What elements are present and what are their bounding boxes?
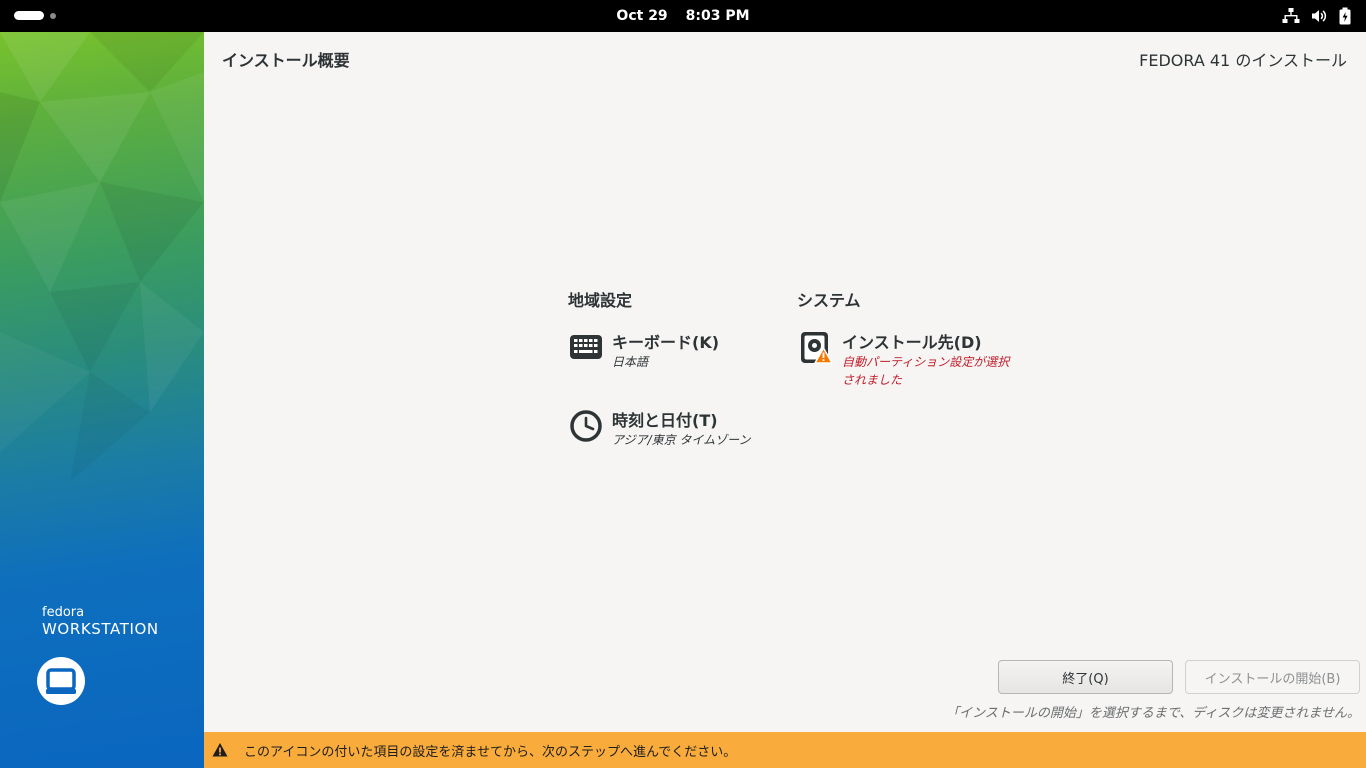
- system-tray[interactable]: [1282, 7, 1352, 25]
- workstation-laptop-icon: [37, 657, 85, 705]
- spoke-installation-destination[interactable]: インストール先(D) 自動パーティション設定が選択されました: [798, 330, 1018, 389]
- activities-button[interactable]: [14, 11, 56, 20]
- spoke-keyboard-status: 日本語: [612, 355, 649, 369]
- spoke-date-time-status: アジア/東京 タイムゾーン: [612, 433, 751, 447]
- workspace-indicator-active: [14, 11, 44, 20]
- spoke-installation-destination-title: インストール先(D): [842, 333, 982, 352]
- spoke-date-time[interactable]: 時刻と日付(T) アジア/東京 タイムゾーン: [568, 408, 751, 449]
- clock: Oct 29 8:03 PM: [0, 0, 1366, 32]
- quit-button[interactable]: 終了(Q): [998, 660, 1173, 694]
- sidebar: fedora WORKSTATION: [0, 32, 204, 768]
- spoke-installation-destination-status: 自動パーティション設定が選択されました: [842, 355, 1010, 387]
- clock-icon: [570, 410, 602, 442]
- workspace-indicator: [50, 12, 56, 19]
- section-title-system: システム: [797, 291, 861, 310]
- disk-change-note: 「インストールの開始」を選択するまで、ディスクは変更されません。: [946, 706, 1360, 721]
- spoke-keyboard[interactable]: キーボード(K) 日本語: [568, 330, 719, 371]
- warning-icon: [212, 743, 228, 757]
- top-bar: Oct 29 8:03 PM: [0, 0, 1366, 32]
- fedora-brand-wordmark: fedora WORKSTATION: [42, 605, 159, 639]
- sidebar-background-pattern: [0, 32, 204, 482]
- keyboard-icon: [570, 335, 602, 359]
- brand-fedora: fedora: [42, 605, 85, 620]
- battery-icon: [1339, 7, 1351, 25]
- network-icon: [1282, 8, 1300, 23]
- disk-warning-icon: [801, 332, 833, 364]
- clock-date[interactable]: Oct 29: [616, 8, 667, 24]
- section-title-localization: 地域設定: [568, 291, 633, 310]
- spoke-date-time-title: 時刻と日付(T): [612, 411, 718, 430]
- product-title: FEDORA 41 のインストール: [1139, 51, 1347, 70]
- warning-bar: このアイコンの付いた項目の設定を済ませてから、次のステップへ進んでください。: [204, 732, 1366, 768]
- volume-icon: [1312, 10, 1327, 22]
- clock-time[interactable]: 8:03 PM: [686, 8, 750, 24]
- installation-summary-hub: インストール概要 FEDORA 41 のインストール 地域設定 キーボード(K)…: [204, 32, 1366, 732]
- page-title: インストール概要: [222, 51, 350, 70]
- spoke-keyboard-title: キーボード(K): [612, 333, 720, 352]
- warning-bar-text: このアイコンの付いた項目の設定を済ませてから、次のステップへ進んでください。: [244, 744, 737, 760]
- begin-installation-button[interactable]: インストールの開始(B): [1185, 660, 1360, 694]
- brand-workstation: WORKSTATION: [42, 620, 159, 638]
